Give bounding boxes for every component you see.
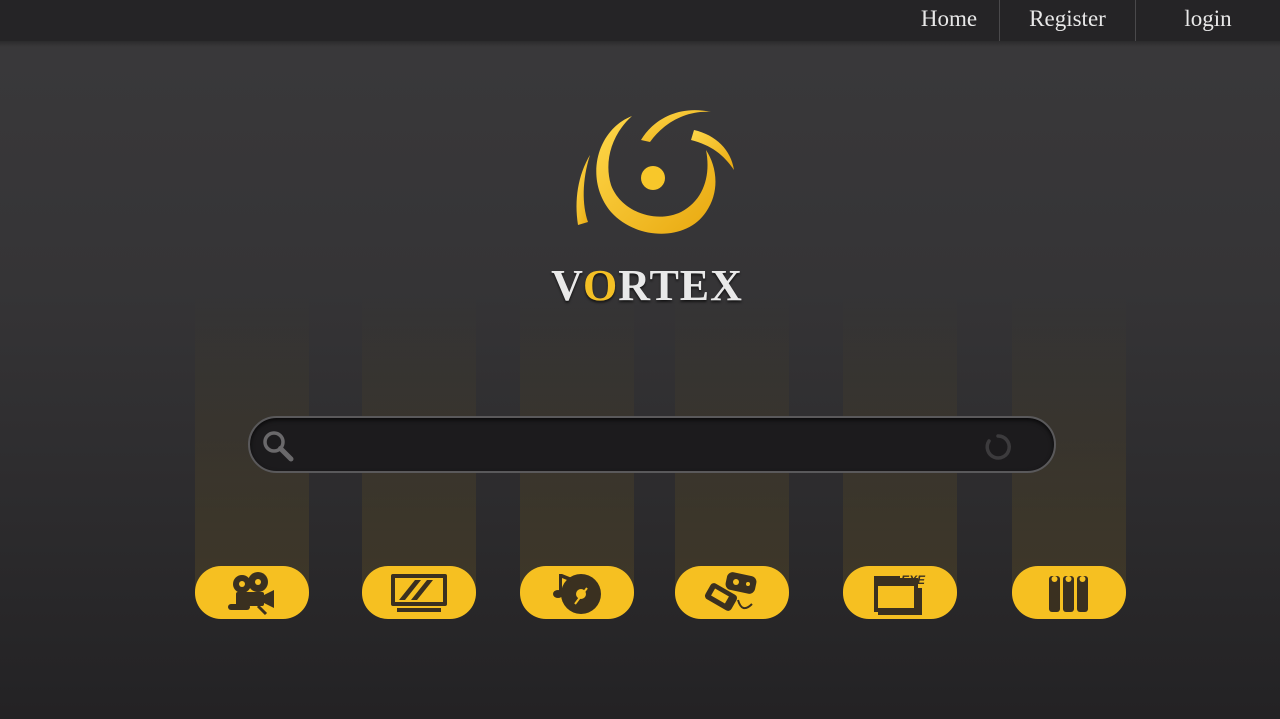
brand-letters: RTEX: [618, 261, 743, 310]
category-books-button[interactable]: [1012, 566, 1126, 619]
vortex-logo-icon: [576, 110, 734, 234]
search-bar: [248, 416, 1056, 473]
brand-o-letter: O: [582, 261, 619, 310]
nav-links: Home Register login: [899, 0, 1280, 41]
category-tv-button[interactable]: [362, 566, 476, 619]
category-games-button[interactable]: [675, 566, 789, 619]
nav-home-link[interactable]: Home: [899, 0, 999, 41]
svg-text:EXE: EXE: [901, 573, 926, 587]
top-navigation-bar: Home Register login: [0, 0, 1280, 41]
nav-login-link[interactable]: login: [1136, 0, 1280, 41]
music-disc-icon: [553, 573, 601, 614]
loading-spinner-icon: [985, 434, 1011, 460]
nav-register-link[interactable]: Register: [1000, 0, 1135, 41]
brand-wordmark: VORTEX: [540, 260, 754, 310]
search-input[interactable]: [300, 426, 984, 465]
topbar-shadow: [0, 41, 1280, 47]
category-movies-button[interactable]: [195, 566, 309, 619]
category-music-button[interactable]: [520, 566, 634, 619]
brand-letter: V: [551, 261, 583, 310]
books-icon: [1049, 575, 1088, 612]
tv-icon: [391, 573, 447, 612]
category-software-button[interactable]: EXE: [843, 566, 957, 619]
film-camera-icon: [228, 571, 274, 615]
gamepad-icon: [704, 571, 757, 611]
search-icon[interactable]: [261, 429, 295, 463]
exe-window-icon: EXE: [874, 573, 926, 615]
